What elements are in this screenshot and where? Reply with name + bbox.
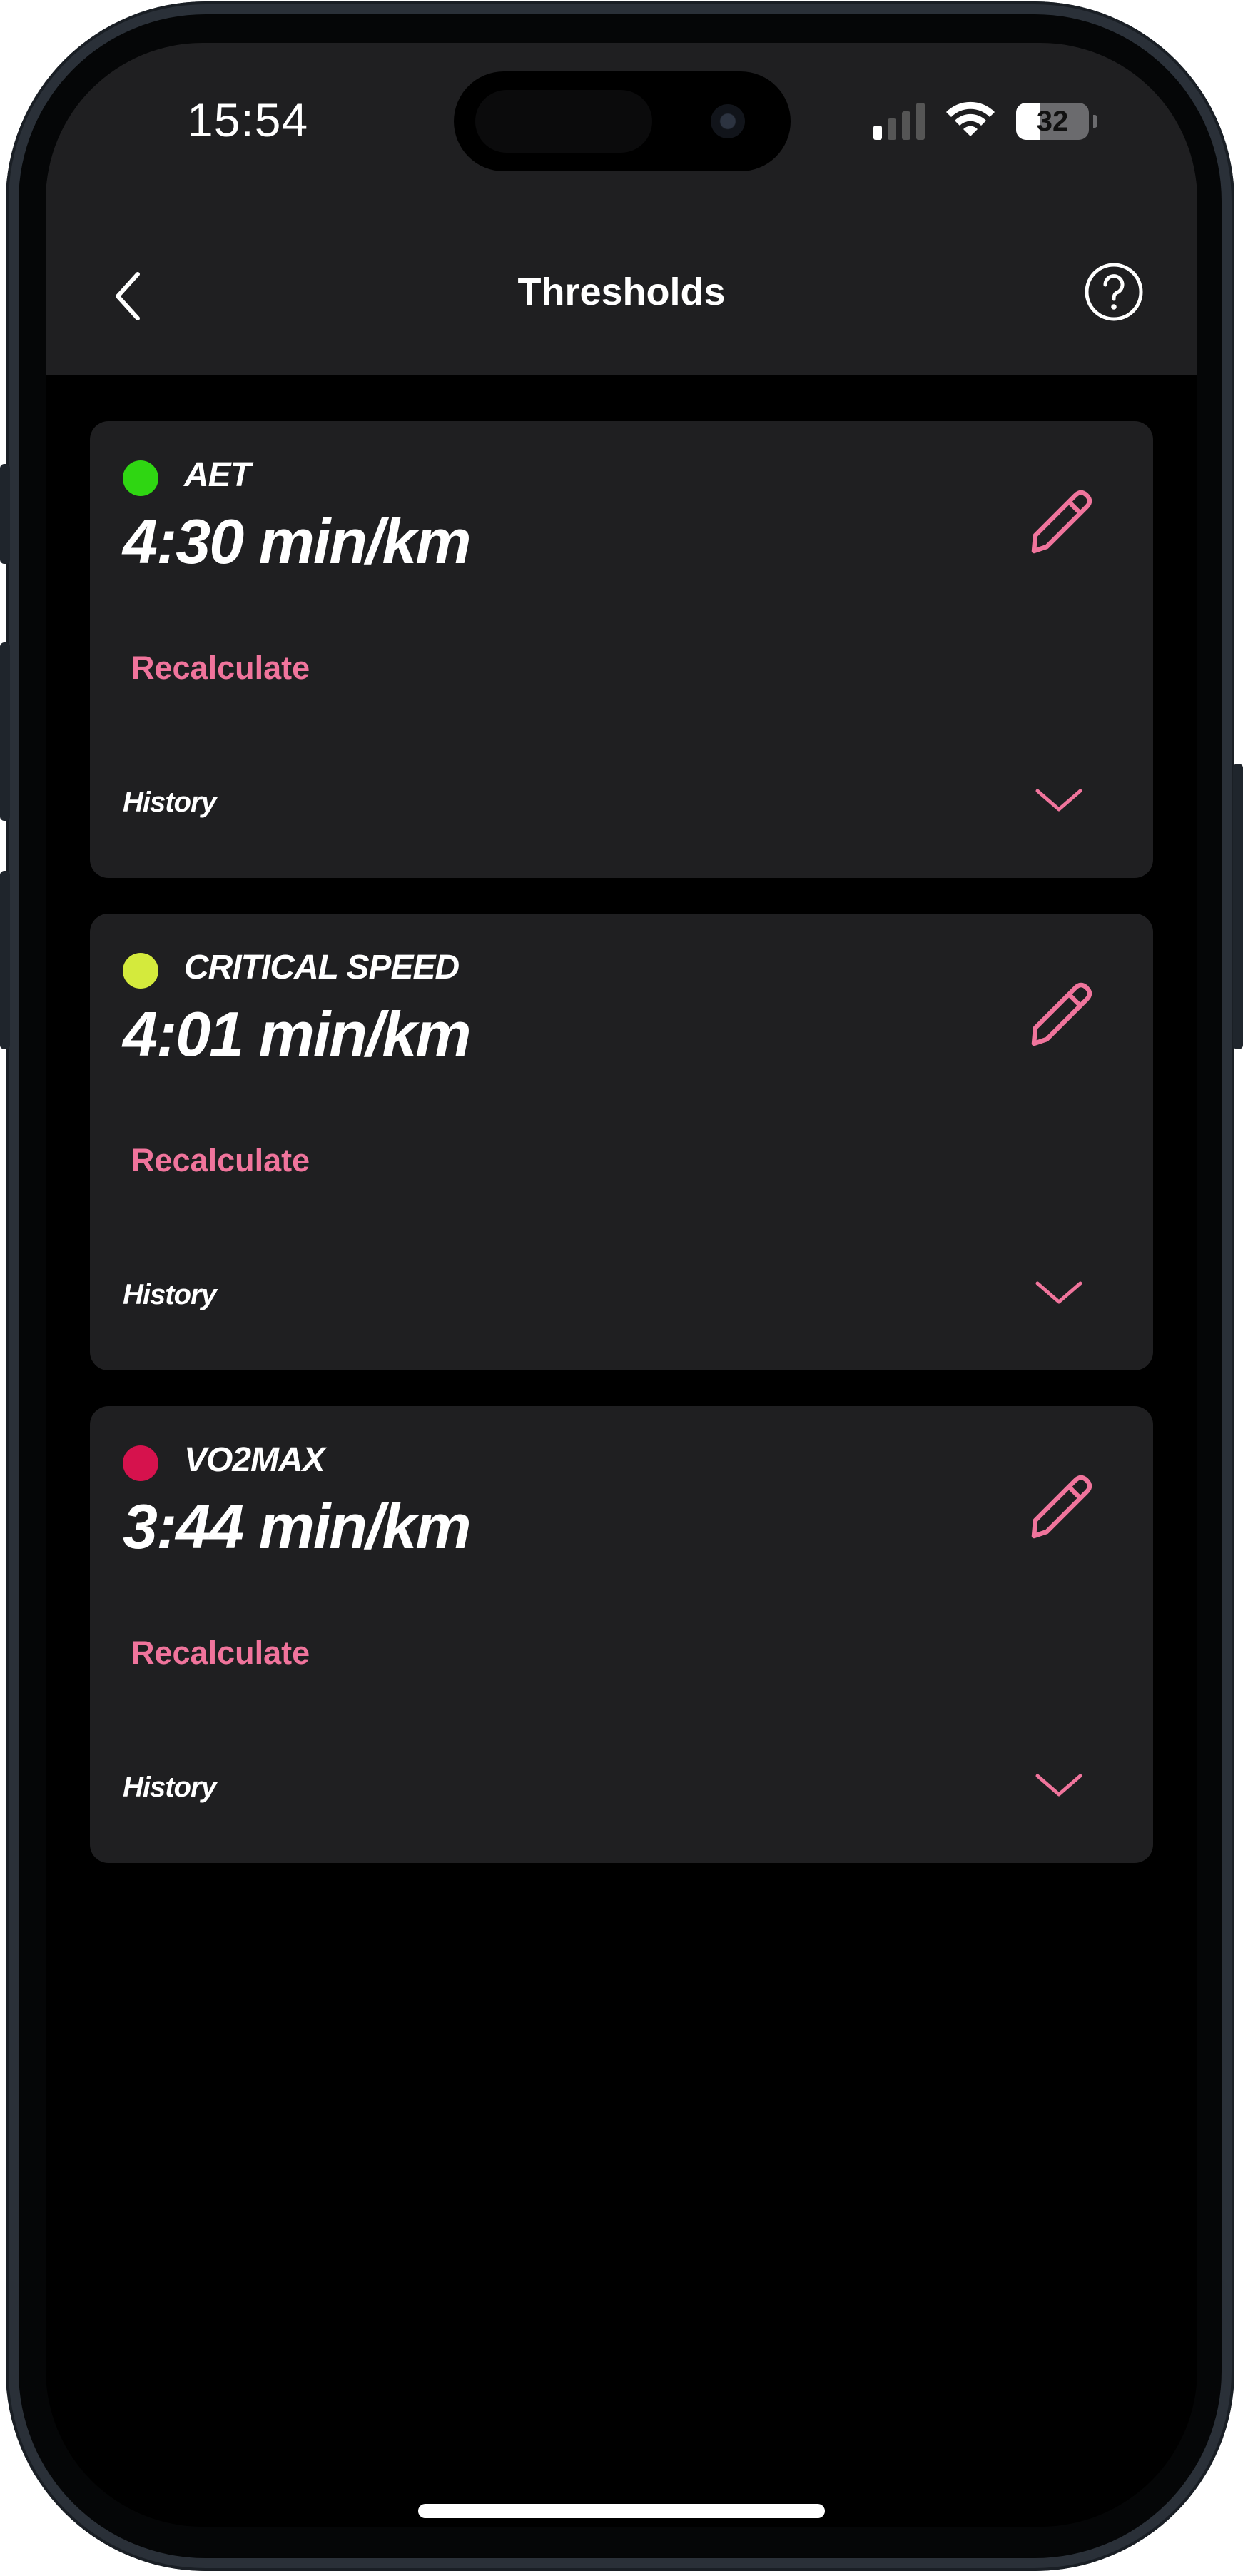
threshold-value: 3:44 min/km (123, 1491, 472, 1562)
threshold-value: 4:01 min/km (123, 999, 472, 1069)
edit-button[interactable] (1025, 978, 1097, 1049)
help-button[interactable] (1083, 261, 1145, 323)
recalculate-button[interactable]: Recalculate (131, 1142, 310, 1179)
side-button-left-1 (0, 464, 10, 564)
pencil-icon (1031, 490, 1092, 554)
home-indicator[interactable] (418, 2504, 825, 2518)
history-expand-button[interactable] (1030, 1763, 1087, 1806)
side-button-right (1233, 764, 1243, 1049)
dynamic-island (454, 71, 791, 171)
threshold-name: AET (184, 456, 251, 494)
wifi-icon (945, 101, 996, 143)
status-time: 15:54 (187, 94, 309, 146)
chevron-down-icon (1035, 1281, 1082, 1304)
island-sensor (475, 90, 652, 153)
zone-color-dot (123, 1445, 158, 1481)
side-button-left-3 (0, 871, 10, 1049)
front-camera (711, 104, 745, 138)
threshold-name: CRITICAL SPEED (184, 949, 460, 986)
battery-icon: 32 (1016, 103, 1089, 140)
recalculate-button[interactable]: Recalculate (131, 650, 310, 687)
zone-color-dot (123, 460, 158, 496)
edit-button[interactable] (1025, 1470, 1097, 1542)
threshold-card-aet: AET 4:30 min/km Recalculate History (90, 421, 1153, 878)
chevron-down-icon (1035, 789, 1082, 812)
status-icons: 32 (873, 100, 1097, 143)
pencil-icon (1031, 982, 1092, 1046)
battery-level: 32 (1036, 105, 1069, 137)
history-expand-button[interactable] (1030, 778, 1087, 821)
zone-color-dot (123, 953, 158, 989)
battery-cap (1093, 115, 1097, 128)
side-button-left-2 (0, 642, 10, 821)
threshold-value: 4:30 min/km (123, 506, 472, 577)
history-expand-button[interactable] (1030, 1271, 1087, 1313)
page-title: Thresholds (517, 271, 726, 313)
app-header: 15:54 32 Thresholds (46, 43, 1197, 375)
chevron-down-icon (1035, 1774, 1082, 1797)
history-label: History (123, 1279, 217, 1310)
pencil-icon (1031, 1475, 1092, 1539)
battery-fill (1016, 103, 1040, 140)
history-label: History (123, 787, 217, 818)
cellular-signal-icon (873, 103, 925, 140)
question-circle-icon (1085, 263, 1143, 321)
edit-button[interactable] (1025, 485, 1097, 557)
recalculate-button[interactable]: Recalculate (131, 1635, 310, 1672)
threshold-card-critical-speed: CRITICAL SPEED 4:01 min/km Recalculate H… (90, 914, 1153, 1370)
threshold-name: VO2MAX (184, 1441, 325, 1479)
history-label: History (123, 1772, 217, 1803)
screen: 15:54 32 Thresholds AET 4:30 min/km Reca… (46, 43, 1197, 2527)
threshold-card-vo2max: VO2MAX 3:44 min/km Recalculate History (90, 1406, 1153, 1863)
